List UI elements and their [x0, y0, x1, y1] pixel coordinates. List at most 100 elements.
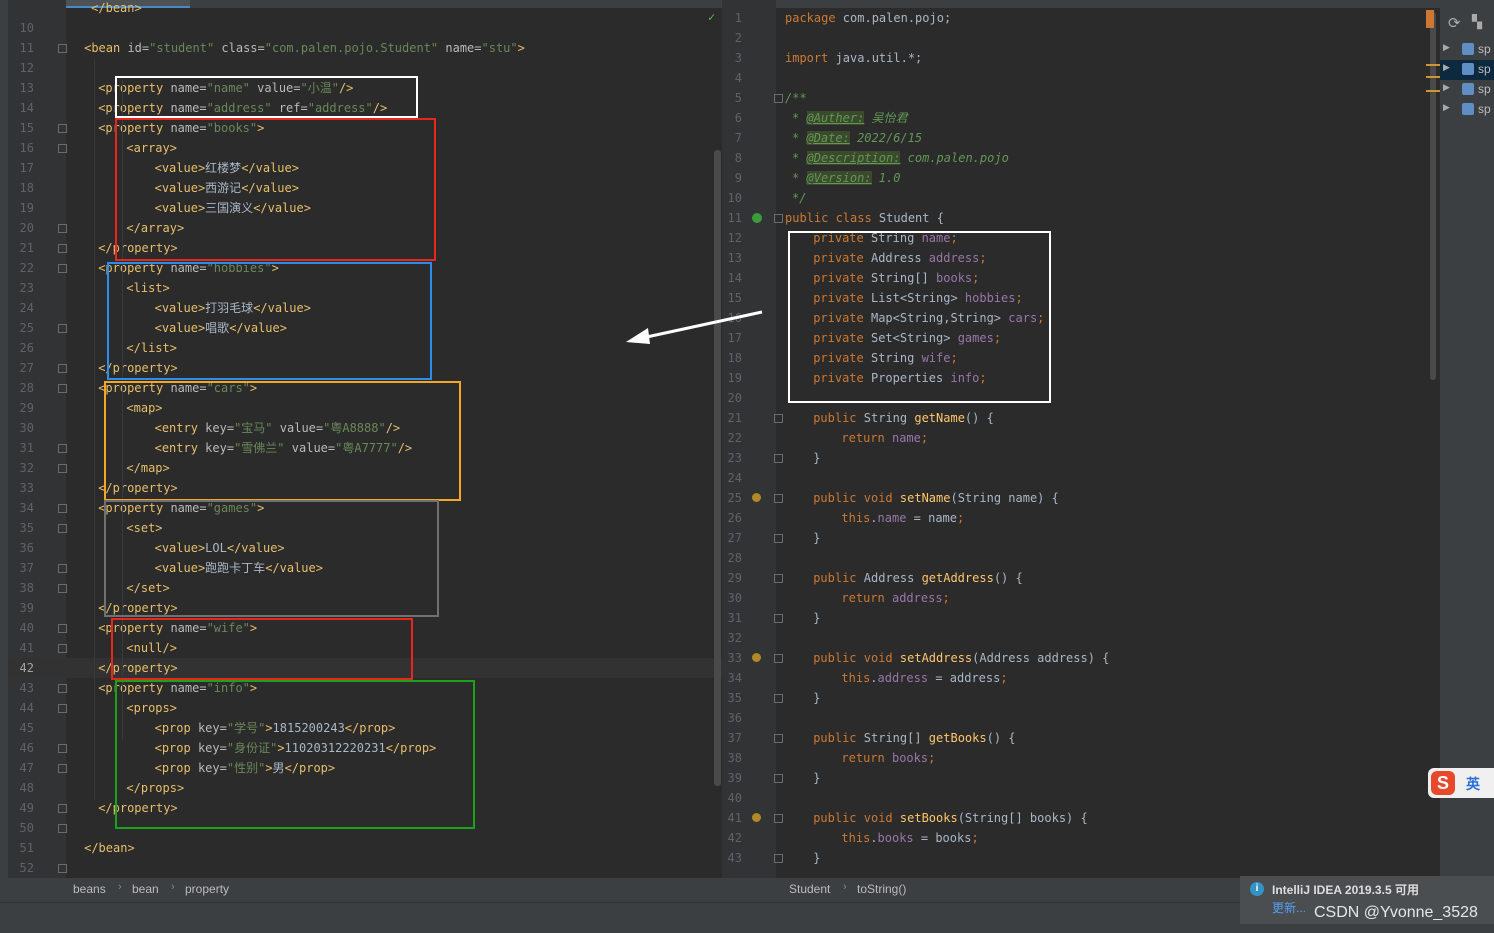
fold-marker-icon[interactable] [774, 494, 783, 503]
code-line[interactable]: 14 <property name="address" ref="address"… [8, 98, 722, 118]
code-line[interactable]: 37 public String[] getBooks() { [724, 728, 1440, 748]
fold-marker-icon[interactable] [58, 264, 67, 273]
fold-marker-icon[interactable] [58, 804, 67, 813]
code-line[interactable]: 14 private String[] books; [724, 268, 1440, 288]
code-line[interactable]: 20 </array> [8, 218, 722, 238]
code-line[interactable]: 5 /** [724, 88, 1440, 108]
ime-indicator[interactable]: S 英 [1428, 768, 1494, 798]
code-line[interactable]: 21 </property> [8, 238, 722, 258]
code-line[interactable]: 36 [724, 708, 1440, 728]
code-line[interactable]: 24 <value>打羽毛球</value> [8, 298, 722, 318]
code-line[interactable]: 7 * @Date: 2022/6/15 [724, 128, 1440, 148]
code-line[interactable]: 29 <map> [8, 398, 722, 418]
code-line[interactable]: 34 <property name="games"> [8, 498, 722, 518]
code-line[interactable]: 32 [724, 628, 1440, 648]
code-line[interactable]: 4 [724, 68, 1440, 88]
code-line[interactable]: 40 [724, 788, 1440, 808]
code-line[interactable]: </bean> [8, 0, 722, 18]
fold-marker-icon[interactable] [58, 644, 67, 653]
fold-marker-icon[interactable] [58, 44, 67, 53]
code-line[interactable]: 52 [8, 858, 722, 878]
code-line[interactable]: 17 <value>红楼梦</value> [8, 158, 722, 178]
fold-marker-icon[interactable] [58, 124, 67, 133]
editor-scrollbar[interactable] [714, 150, 721, 786]
xml-editor-pane[interactable]: </bean> 10 11 <bean id="student" class="com… [8, 0, 722, 878]
editor-scrollbar-right[interactable] [1430, 12, 1436, 380]
fold-marker-icon[interactable] [58, 384, 67, 393]
code-line[interactable]: 31} [724, 608, 1440, 628]
fold-marker-icon[interactable] [774, 694, 783, 703]
fold-marker-icon[interactable] [58, 364, 67, 373]
fold-marker-icon[interactable] [58, 704, 67, 713]
code-line[interactable]: 1 package com.palen.pojo; [724, 8, 1440, 28]
folder-flag-icon[interactable]: ▚ [1472, 14, 1482, 30]
fold-marker-icon[interactable] [774, 614, 783, 623]
code-line[interactable]: 18 private String wife; [724, 348, 1440, 368]
project-tree-item[interactable]: ▶ sp [1440, 40, 1494, 60]
fold-marker-icon[interactable] [774, 94, 783, 103]
fold-marker-icon[interactable] [58, 744, 67, 753]
fold-marker-icon[interactable] [58, 564, 67, 573]
code-line[interactable]: 11 public class Student { [724, 208, 1440, 228]
update-link[interactable]: 更新... [1272, 899, 1306, 916]
code-line[interactable]: 17 private Set<String> games; [724, 328, 1440, 348]
code-line[interactable]: 28 [724, 548, 1440, 568]
breadcrumb-item[interactable]: Student [789, 882, 830, 896]
code-line[interactable]: 22 return name; [724, 428, 1440, 448]
fold-marker-icon[interactable] [774, 814, 783, 823]
code-line[interactable]: 41 <null/> [8, 638, 722, 658]
code-line[interactable]: 30 return address; [724, 588, 1440, 608]
code-line[interactable]: 26 </list> [8, 338, 722, 358]
breadcrumb-item[interactable]: toString() [857, 882, 906, 896]
override-marker-icon[interactable] [752, 813, 761, 822]
code-line[interactable]: 15 <property name="books"> [8, 118, 722, 138]
code-line[interactable]: 3 import java.util.*; [724, 48, 1440, 68]
fold-marker-icon[interactable] [58, 444, 67, 453]
fold-marker-icon[interactable] [58, 504, 67, 513]
code-line[interactable]: 43 <property name="info"> [8, 678, 722, 698]
code-line[interactable]: 19 <value>三国演义</value> [8, 198, 722, 218]
breadcrumb-item[interactable]: property [185, 882, 229, 896]
fold-marker-icon[interactable] [58, 244, 67, 253]
code-line[interactable]: 13 <property name="name" value="小温"/> [8, 78, 722, 98]
code-line[interactable]: 40 <property name="wife"> [8, 618, 722, 638]
code-line[interactable]: 42 </property> [8, 658, 722, 678]
expand-arrow-icon[interactable]: ▶ [1443, 102, 1450, 113]
fold-marker-icon[interactable] [58, 684, 67, 693]
code-line[interactable]: 20 [724, 388, 1440, 408]
code-line[interactable]: 21 public String getName() { [724, 408, 1440, 428]
expand-arrow-icon[interactable]: ▶ [1443, 82, 1450, 93]
code-line[interactable]: 33 public void setAddress(Address address… [724, 648, 1440, 668]
code-line[interactable]: 27} [724, 528, 1440, 548]
fold-marker-icon[interactable] [774, 454, 783, 463]
code-line[interactable]: 44 <props> [8, 698, 722, 718]
breadcrumb-item[interactable]: bean [132, 882, 159, 896]
breadcrumb-item[interactable]: beans [73, 882, 106, 896]
code-line[interactable]: 10 */ [724, 188, 1440, 208]
project-tool-panel[interactable]: ⟳ ▚ ▶ sp ▶ sp ▶ sp ▶ sp [1440, 0, 1494, 878]
code-line[interactable]: 12 [8, 58, 722, 78]
code-line[interactable]: 25 public void setName(String name) { [724, 488, 1440, 508]
expand-arrow-icon[interactable]: ▶ [1443, 42, 1450, 53]
code-line[interactable]: 13 private Address address; [724, 248, 1440, 268]
code-line[interactable]: 18 <value>西游记</value> [8, 178, 722, 198]
code-line[interactable]: 33 </property> [8, 478, 722, 498]
fold-marker-icon[interactable] [774, 654, 783, 663]
fold-marker-icon[interactable] [774, 854, 783, 863]
code-line[interactable]: 16private Map<String,String> cars; [724, 308, 1440, 328]
code-line[interactable]: 27 </property> [8, 358, 722, 378]
code-line[interactable]: 2 [724, 28, 1440, 48]
code-line[interactable]: 37 <value>跑跑卡丁车</value> [8, 558, 722, 578]
code-line[interactable]: 39 </property> [8, 598, 722, 618]
fold-marker-icon[interactable] [774, 734, 783, 743]
code-line[interactable]: 22 <property name="hobbies"> [8, 258, 722, 278]
fold-marker-icon[interactable] [774, 534, 783, 543]
code-line[interactable]: 51 </bean> [8, 838, 722, 858]
code-line[interactable]: 39} [724, 768, 1440, 788]
code-line[interactable]: 29 public Address getAddress() { [724, 568, 1440, 588]
fold-marker-icon[interactable] [58, 144, 67, 153]
code-line[interactable]: 26 this.name = name; [724, 508, 1440, 528]
code-line[interactable]: 23} [724, 448, 1440, 468]
code-line[interactable]: 10 [8, 18, 722, 38]
code-line[interactable]: 46 <prop key="身份证">11020312220231</prop> [8, 738, 722, 758]
